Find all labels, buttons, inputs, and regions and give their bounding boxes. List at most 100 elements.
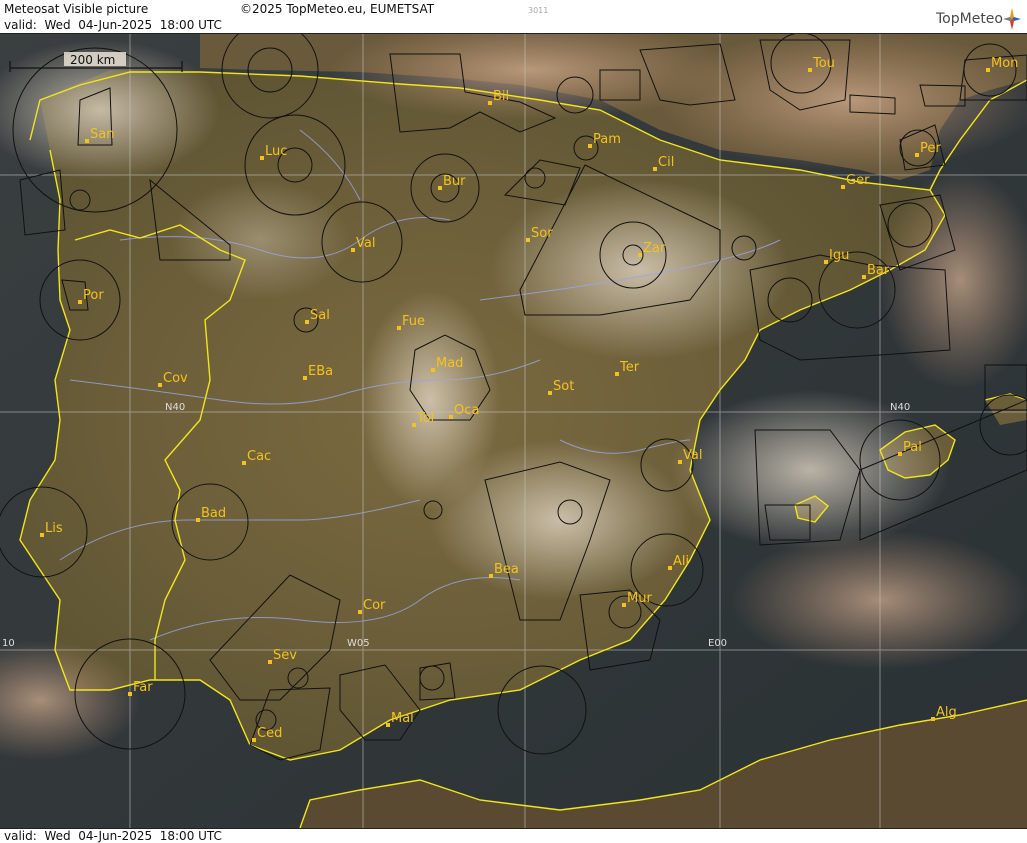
city-marker-val-n — [351, 248, 355, 252]
city-marker-ter — [615, 372, 619, 376]
city-marker-mal — [386, 723, 390, 727]
city-label-igu: Igu — [829, 248, 849, 263]
city-label-cor: Cor — [363, 598, 386, 613]
city-marker-sev — [268, 660, 272, 664]
city-marker-igu — [824, 260, 828, 264]
valid-time-bottom-value: Wed 04-Jun-2025 18:00 UTC — [44, 829, 222, 843]
city-label-bur: Bur — [443, 174, 466, 189]
city-marker-pal — [898, 452, 902, 456]
city-label-san: San — [90, 127, 114, 142]
logo-text: TopMeteo — [936, 11, 1003, 27]
city-label-pal: Pal — [903, 440, 922, 455]
city-marker-ced — [252, 738, 256, 742]
city-marker-cil — [653, 167, 657, 171]
city-label-mal: Mal — [391, 711, 414, 726]
compass-star-icon — [1003, 8, 1021, 30]
city-label-sot: Sot — [553, 379, 574, 394]
city-marker-bad — [196, 518, 200, 522]
city-label-bar: Bar — [867, 263, 890, 278]
city-marker-mur — [622, 603, 626, 607]
valid-time-bottom: valid: Wed 04-Jun-2025 18:00 UTC — [4, 829, 222, 843]
city-marker-bea — [489, 574, 493, 578]
city-marker-zar — [638, 253, 642, 257]
city-marker-val-e — [678, 460, 682, 464]
city-label-sev: Sev — [273, 648, 297, 663]
grid-label-w05: W05 — [347, 638, 370, 649]
map-canvas[interactable]: N40 N40 W05 E00 10 200 km San Luc Bil Pa… — [0, 34, 1027, 828]
city-marker-cac — [242, 461, 246, 465]
topmeteo-logo[interactable]: TopMeteo — [936, 8, 1021, 30]
city-label-ced: Ced — [257, 726, 282, 741]
city-label-cac: Cac — [247, 449, 271, 464]
city-marker-per — [915, 153, 919, 157]
city-label-bil: Bil — [493, 89, 509, 104]
city-marker-far — [128, 692, 132, 696]
image-code: 3011 — [528, 6, 549, 15]
city-label-ali: Ali — [673, 554, 689, 569]
city-marker-san — [85, 139, 89, 143]
city-label-pam: Pam — [593, 132, 621, 147]
city-label-far: Far — [133, 680, 153, 695]
city-marker-tou — [808, 68, 812, 72]
valid-prefix-bottom: valid: — [4, 829, 37, 843]
city-marker-lis — [40, 533, 44, 537]
city-label-cil: Cil — [658, 155, 674, 170]
city-marker-fue — [397, 326, 401, 330]
city-marker-ger — [841, 185, 845, 189]
city-marker-cov — [158, 383, 162, 387]
city-label-mon: Mon — [991, 56, 1018, 71]
map-svg: N40 N40 W05 E00 10 200 km SanLucBilPamTo… — [0, 34, 1027, 828]
city-label-cov: Cov — [163, 371, 188, 386]
city-label-bea: Bea — [494, 562, 519, 577]
city-label-lis: Lis — [45, 521, 63, 536]
valid-prefix: valid: — [4, 18, 37, 32]
city-label-luc: Luc — [265, 144, 287, 159]
grid-label-w10: 10 — [2, 638, 15, 649]
city-marker-por — [78, 300, 82, 304]
city-marker-bar — [862, 275, 866, 279]
city-label-val-e: Val — [683, 448, 702, 463]
city-label-zar: Zar — [643, 241, 666, 256]
product-title: Meteosat Visible picture — [4, 2, 149, 16]
city-label-mad: Mad — [436, 356, 463, 371]
city-label-tou: Tou — [812, 56, 835, 71]
city-label-tol: Tol — [416, 411, 434, 426]
city-label-eba: EBa — [308, 364, 333, 379]
city-label-alg: Alg — [936, 705, 957, 720]
city-label-por: Por — [83, 288, 104, 303]
city-label-ger: Ger — [846, 173, 870, 188]
footer-bar: valid: Wed 04-Jun-2025 18:00 UTC — [0, 828, 1027, 843]
city-marker-oca — [449, 415, 453, 419]
city-marker-bil — [488, 101, 492, 105]
city-marker-tol — [412, 423, 416, 427]
grid-label-e00: E00 — [708, 638, 727, 649]
city-marker-bur — [438, 186, 442, 190]
city-marker-mad — [431, 368, 435, 372]
city-label-val-n: Val — [356, 236, 375, 251]
valid-time: Wed 04-Jun-2025 18:00 UTC — [44, 18, 222, 32]
city-marker-sal — [305, 320, 309, 324]
city-label-sor: Sor — [531, 226, 553, 241]
city-label-oca: Oca — [454, 403, 479, 418]
city-marker-cor — [358, 610, 362, 614]
grid-label-n40-east: N40 — [890, 402, 910, 413]
city-label-ter: Ter — [619, 360, 640, 375]
city-label-mur: Mur — [627, 591, 652, 606]
city-label-fue: Fue — [402, 314, 425, 329]
header-bar: Meteosat Visible picture valid: Wed 04-J… — [0, 0, 1027, 34]
city-label-bad: Bad — [201, 506, 226, 521]
city-marker-eba — [303, 376, 307, 380]
city-marker-sor — [526, 238, 530, 242]
city-marker-ali — [668, 566, 672, 570]
city-marker-sot — [548, 391, 552, 395]
valid-time-top: valid: Wed 04-Jun-2025 18:00 UTC — [4, 18, 222, 32]
grid-label-n40-west: N40 — [165, 402, 185, 413]
satellite-map-view: Meteosat Visible picture valid: Wed 04-J… — [0, 0, 1027, 843]
scale-bar-label: 200 km — [70, 53, 115, 67]
city-marker-alg — [931, 717, 935, 721]
city-label-per: Per — [920, 141, 941, 156]
city-label-sal: Sal — [310, 308, 330, 323]
city-marker-mon — [986, 68, 990, 72]
city-marker-luc — [260, 156, 264, 160]
copyright-text: ©2025 TopMeteo.eu, EUMETSAT — [240, 2, 435, 16]
